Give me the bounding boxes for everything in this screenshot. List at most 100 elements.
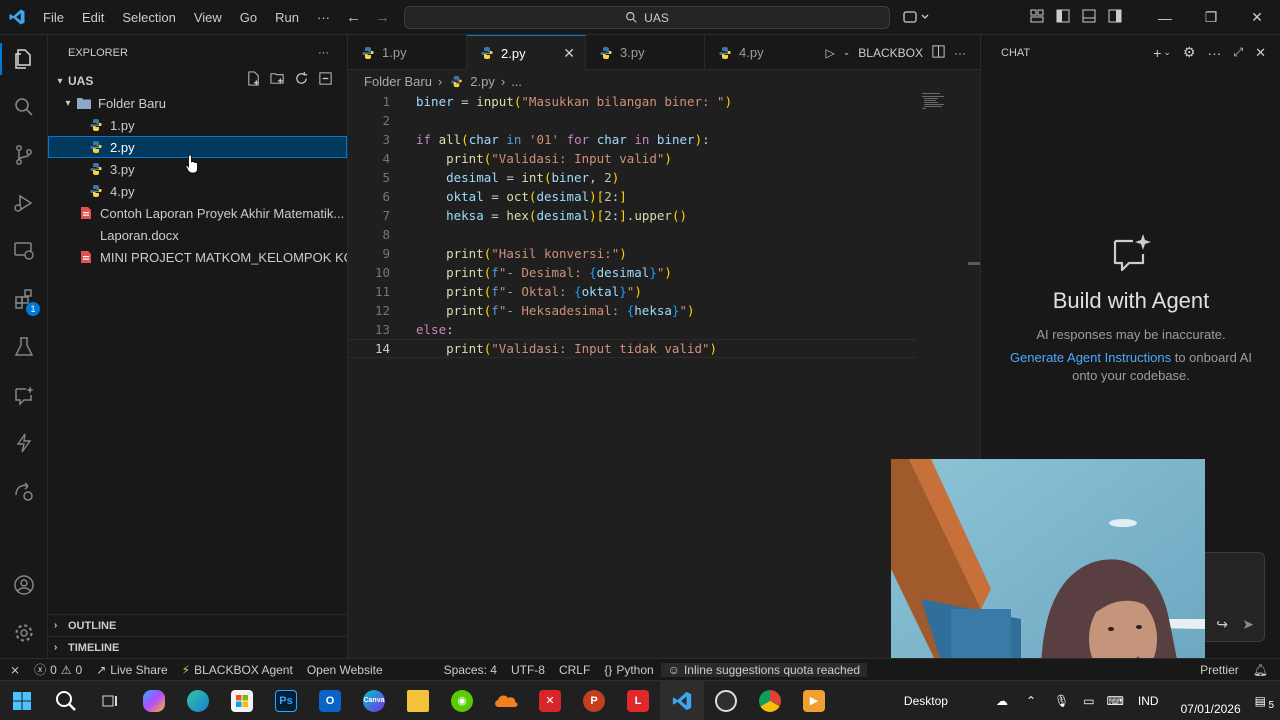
pdf-app-icon[interactable]: ✕ bbox=[528, 681, 572, 720]
edge-browser-icon[interactable] bbox=[176, 681, 220, 720]
tab-4-py[interactable]: 4.py bbox=[705, 35, 824, 70]
desktop-label[interactable]: Desktop bbox=[904, 694, 948, 708]
close-tab-icon[interactable]: ✕ bbox=[563, 45, 575, 62]
tab-1-py[interactable]: 1.py bbox=[348, 35, 467, 70]
back-arrow-icon[interactable]: ← bbox=[346, 9, 361, 26]
command-center-search[interactable]: UAS bbox=[404, 6, 890, 29]
copilot-quota-button[interactable]: ☺ Inline suggestions quota reached bbox=[660, 662, 868, 677]
minimize-icon[interactable]: — bbox=[1142, 10, 1188, 26]
more-actions-icon[interactable]: ··· bbox=[1207, 45, 1221, 61]
file-laporan-docx[interactable]: Laporan.docx bbox=[48, 224, 347, 246]
photoshop-icon[interactable]: Ps bbox=[264, 681, 308, 720]
copilot-icon[interactable] bbox=[902, 9, 930, 28]
run-play-icon[interactable]: ▷ bbox=[826, 46, 835, 60]
search-icon[interactable] bbox=[0, 87, 48, 127]
workspace-root[interactable]: ▾ UAS bbox=[48, 70, 347, 92]
media-player-icon[interactable]: ▶ bbox=[792, 681, 836, 720]
lightning-icon[interactable] bbox=[0, 423, 48, 463]
file-explorer-icon[interactable] bbox=[396, 681, 440, 720]
prettier-button[interactable]: Prettier bbox=[1193, 663, 1246, 677]
collapse-all-icon[interactable] bbox=[317, 70, 333, 86]
chevron-down-icon[interactable]: ⌄ bbox=[1163, 47, 1171, 58]
customize-layout-icon[interactable] bbox=[1024, 8, 1050, 27]
chevron-down-icon[interactable]: ⌄ bbox=[843, 47, 851, 58]
close-window-icon[interactable]: ✕ bbox=[1234, 9, 1280, 26]
file-4-py[interactable]: 4.py bbox=[48, 180, 347, 202]
timeline-section[interactable]: › TIMELINE bbox=[48, 636, 348, 658]
menu-edit[interactable]: Edit bbox=[73, 0, 113, 35]
notifications-bell-icon[interactable]: 🔔︎ bbox=[1246, 663, 1280, 677]
encoding-button[interactable]: UTF-8 bbox=[504, 663, 552, 677]
code-editor[interactable]: 1 biner = input("Masukkan bilangan biner:… bbox=[348, 92, 980, 358]
account-icon[interactable] bbox=[0, 565, 48, 605]
restore-icon[interactable]: ❐ bbox=[1188, 9, 1234, 26]
blackbox-label[interactable]: BLACKBOX bbox=[858, 46, 923, 60]
duolingo-icon[interactable]: ◉ bbox=[440, 681, 484, 720]
language-mode-button[interactable]: {} Python bbox=[597, 663, 660, 677]
notification-center-icon[interactable]: ▤ 5 bbox=[1255, 694, 1274, 711]
windows-start-icon[interactable] bbox=[0, 681, 44, 720]
blackbox-agent-button[interactable]: ⚡ BLACKBOX Agent bbox=[175, 663, 300, 677]
live-share-button[interactable]: ↗ Live Share bbox=[89, 663, 174, 677]
breadcrumb-file[interactable]: 2.py bbox=[470, 74, 495, 89]
battery-icon[interactable]: ▭ bbox=[1083, 694, 1094, 708]
explorer-icon[interactable] bbox=[0, 39, 48, 79]
breadcrumb-more[interactable]: ... bbox=[511, 74, 522, 89]
language-indicator[interactable]: IND bbox=[1138, 694, 1159, 708]
more-actions-icon[interactable]: ··· bbox=[954, 46, 966, 60]
menu-file[interactable]: File bbox=[34, 0, 73, 35]
run-debug-icon[interactable] bbox=[0, 183, 48, 223]
split-editor-icon[interactable] bbox=[931, 44, 946, 62]
new-folder-icon[interactable] bbox=[269, 70, 285, 86]
scrollbar-marker[interactable] bbox=[968, 262, 980, 265]
folder-baru[interactable]: ▾ Folder Baru bbox=[48, 92, 347, 114]
menu-go[interactable]: Go bbox=[231, 0, 266, 35]
vscode-taskbar-icon[interactable] bbox=[660, 680, 704, 720]
more-actions-icon[interactable]: ··· bbox=[318, 47, 329, 59]
toggle-panel-icon[interactable] bbox=[1076, 8, 1102, 27]
menu-selection[interactable]: Selection bbox=[113, 0, 184, 35]
onedrive-icon[interactable]: ☁ bbox=[996, 694, 1008, 708]
outlook-icon[interactable]: O bbox=[308, 681, 352, 720]
open-website-button[interactable]: Open Website bbox=[300, 663, 390, 677]
cloud-app-icon[interactable] bbox=[484, 681, 528, 720]
eol-button[interactable]: CRLF bbox=[552, 663, 597, 677]
outline-section[interactable]: › OUTLINE bbox=[48, 614, 348, 636]
delegate-arrow-icon[interactable]: ↪ bbox=[1216, 616, 1228, 633]
indentation-button[interactable]: Spaces: 4 bbox=[437, 663, 504, 677]
remote-explorer-icon[interactable] bbox=[0, 231, 48, 271]
chrome-icon[interactable] bbox=[748, 681, 792, 720]
gear-icon[interactable]: ⚙ bbox=[1183, 44, 1196, 61]
menu-view[interactable]: View bbox=[185, 0, 231, 35]
task-view-icon[interactable] bbox=[88, 681, 132, 720]
toggle-secondary-sidebar-icon[interactable] bbox=[1102, 8, 1128, 27]
remote-indicator-icon[interactable]: ⨯ bbox=[0, 663, 27, 677]
problems-indicator[interactable]: ⓧ 0 ⚠ 0 bbox=[27, 661, 89, 678]
maximize-icon[interactable]: ⤢ bbox=[1233, 45, 1243, 60]
minimap[interactable] bbox=[922, 93, 948, 109]
file-contoh-laporan-pdf[interactable]: Contoh Laporan Proyek Akhir Matematik... bbox=[48, 202, 347, 224]
source-control-icon[interactable] bbox=[0, 135, 48, 175]
breadcrumb-folder[interactable]: Folder Baru bbox=[364, 74, 432, 89]
powerpoint-icon[interactable]: P bbox=[572, 681, 616, 720]
testing-icon[interactable] bbox=[0, 327, 48, 367]
tab-2-py[interactable]: 2.py ✕ bbox=[467, 35, 586, 70]
microsoft-store-icon[interactable] bbox=[220, 681, 264, 720]
file-1-py[interactable]: 1.py bbox=[48, 114, 347, 136]
menu-more[interactable]: ··· bbox=[308, 0, 339, 35]
forward-arrow-icon[interactable]: → bbox=[375, 9, 390, 26]
tray-overflow-icon[interactable]: ⌃ bbox=[1026, 694, 1036, 708]
keyboard-icon[interactable]: ⌨ bbox=[1107, 694, 1124, 708]
live-share-icon[interactable] bbox=[0, 471, 48, 511]
chat-sparkle-icon[interactable] bbox=[0, 375, 48, 415]
canva-icon[interactable]: Canva bbox=[352, 681, 396, 720]
l-app-icon[interactable]: L bbox=[616, 681, 660, 720]
new-file-icon[interactable] bbox=[245, 70, 261, 86]
generate-agent-instructions-link[interactable]: Generate Agent Instructions bbox=[1010, 350, 1171, 365]
microphone-icon[interactable]: 🎙︎ bbox=[1054, 694, 1069, 708]
new-chat-icon[interactable]: + bbox=[1153, 45, 1161, 61]
settings-gear-icon[interactable] bbox=[0, 613, 48, 653]
taskbar-search-icon[interactable] bbox=[44, 681, 88, 720]
copilot-app-icon[interactable] bbox=[132, 681, 176, 720]
tab-3-py[interactable]: 3.py bbox=[586, 35, 705, 70]
